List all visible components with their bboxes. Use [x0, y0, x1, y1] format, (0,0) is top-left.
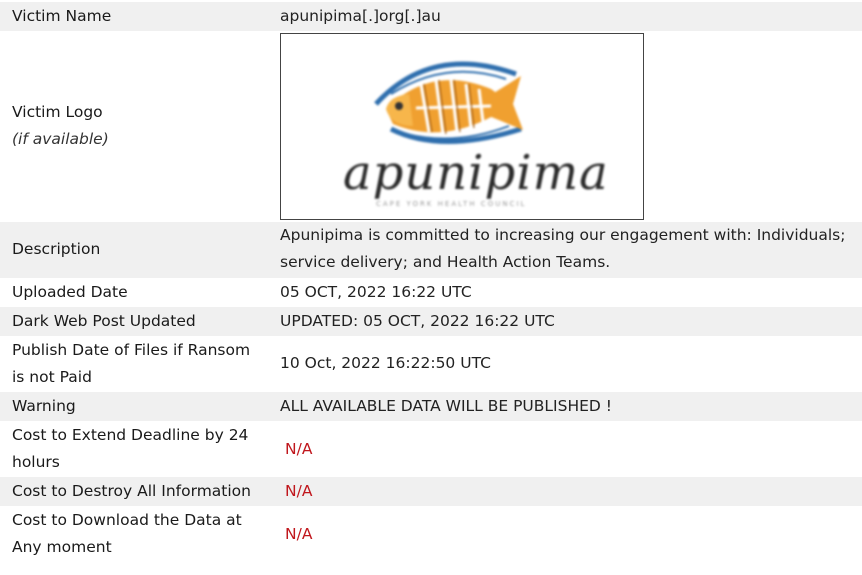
cost-destroy-value: N/A	[285, 482, 313, 500]
cost-download-label-line-2: Any moment	[12, 538, 112, 556]
row-uploaded-date: Uploaded Date 05 OCT, 2022 16:22 UTC	[0, 278, 862, 307]
victim-name-label: Victim Name	[12, 7, 112, 25]
description-line-2: service delivery; and Health Action Team…	[280, 253, 611, 271]
cost-download-label-line-1: Cost to Download the Data at	[12, 511, 242, 529]
row-publish-date: Publish Date of Files if Ransom is not P…	[0, 336, 862, 392]
row-cost-extend: Cost to Extend Deadline by 24 holurs N/A	[0, 421, 862, 477]
dark-web-post-updated-value: UPDATED: 05 OCT, 2022 16:22 UTC	[280, 312, 555, 330]
description-label: Description	[12, 240, 101, 258]
logo-wordmark: apunipima	[343, 145, 609, 201]
warning-label: Warning	[12, 397, 76, 415]
logo-tagline: CAPE YORK HEALTH COUNCIL	[376, 200, 526, 208]
cost-extend-value: N/A	[285, 440, 313, 458]
row-description: Description Apunipima is committed to in…	[0, 222, 862, 278]
uploaded-date-value: 05 OCT, 2022 16:22 UTC	[280, 283, 472, 301]
uploaded-date-label: Uploaded Date	[12, 283, 128, 301]
warning-value: ALL AVAILABLE DATA WILL BE PUBLISHED !	[280, 397, 612, 415]
victim-name-value: apunipima[.]org[.]au	[280, 7, 441, 25]
row-dark-web-post-updated: Dark Web Post Updated UPDATED: 05 OCT, 2…	[0, 307, 862, 336]
row-victim-name: Victim Name apunipima[.]org[.]au	[0, 2, 862, 31]
victim-logo-image: apunipima CAPE YORK HEALTH COUNCIL	[280, 33, 644, 220]
cost-destroy-label: Cost to Destroy All Information	[12, 482, 251, 500]
dark-web-post-updated-label: Dark Web Post Updated	[12, 312, 196, 330]
publish-date-label-line-1: Publish Date of Files if Ransom	[12, 341, 251, 359]
row-cost-destroy: Cost to Destroy All Information N/A	[0, 477, 862, 506]
description-line-1: Apunipima is committed to increasing our…	[280, 226, 846, 244]
publish-date-label-line-2: is not Paid	[12, 368, 92, 386]
victim-logo-sublabel: (if available)	[12, 130, 109, 148]
cost-extend-label-line-1: Cost to Extend Deadline by 24	[12, 426, 249, 444]
row-cost-download: Cost to Download the Data at Any moment …	[0, 506, 862, 562]
apunipima-logo: apunipima CAPE YORK HEALTH COUNCIL	[343, 61, 609, 208]
row-warning: Warning ALL AVAILABLE DATA WILL BE PUBLI…	[0, 392, 862, 421]
publish-date-value: 10 Oct, 2022 16:22:50 UTC	[280, 354, 491, 372]
cost-download-value: N/A	[285, 525, 313, 543]
victim-logo-label: Victim Logo	[12, 103, 103, 121]
cost-extend-label-line-2: holurs	[12, 453, 60, 471]
